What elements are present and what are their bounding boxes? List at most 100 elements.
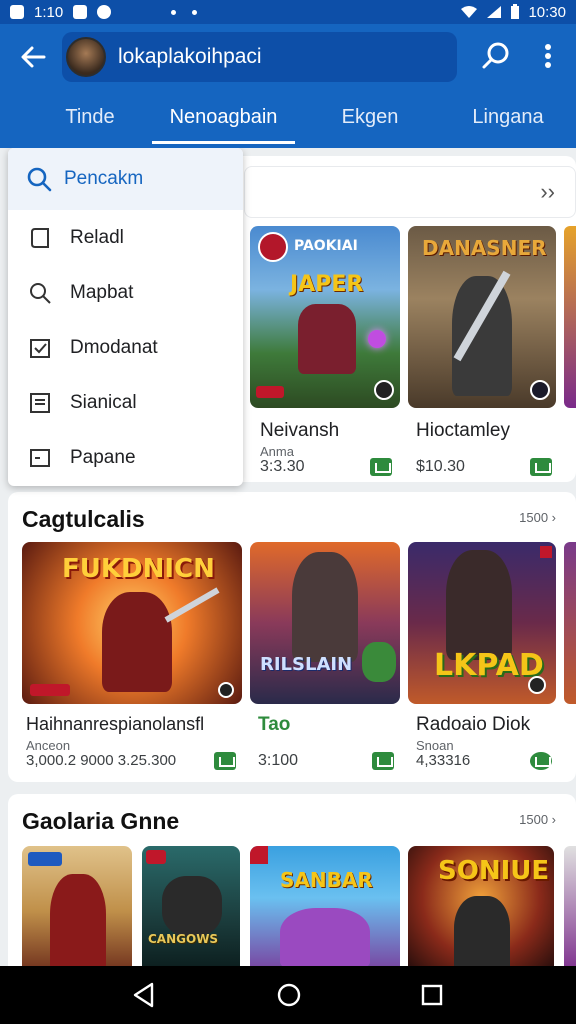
game-art-peek[interactable] bbox=[564, 226, 576, 408]
tab-1[interactable]: Nenoagbain bbox=[152, 106, 295, 129]
dropdown-menu: Pencakm Reladl Mapbat Dmodanat Sianical … bbox=[8, 148, 243, 486]
publisher-icon bbox=[528, 676, 546, 694]
game-card[interactable]: CANGOWS bbox=[142, 846, 242, 966]
game-art[interactable]: SONIUE bbox=[408, 846, 554, 966]
menu-item-label: Dmodanat bbox=[70, 336, 158, 358]
game-card[interactable]: PAOKIAI JAPER Neivansh Anma 3:3.30 bbox=[250, 226, 402, 476]
game-art[interactable]: CANGOWS bbox=[142, 846, 240, 966]
magic-orb bbox=[368, 330, 386, 348]
art-title: DANASNER bbox=[422, 236, 547, 260]
game-price: 3:100 bbox=[258, 752, 299, 769]
menu-item[interactable]: Mapbat bbox=[8, 265, 243, 320]
status-bar: 1:10 10:30 bbox=[0, 0, 576, 24]
install-badge-icon[interactable] bbox=[530, 458, 552, 476]
double-chevron-right-icon[interactable]: ›› bbox=[540, 179, 555, 205]
game-price: 3,000.2 9000 3.25.300 bbox=[26, 752, 177, 769]
menu-item[interactable]: Reladl bbox=[8, 210, 243, 265]
game-art[interactable]: RILSLAIN bbox=[250, 542, 400, 704]
status-time-left: 1:10 bbox=[34, 3, 64, 21]
avatar[interactable] bbox=[66, 37, 106, 77]
install-badge-icon[interactable] bbox=[214, 752, 236, 770]
game-subtitle: Anceon bbox=[26, 738, 71, 753]
tab-3[interactable]: Lingana bbox=[460, 106, 556, 129]
search-icon bbox=[27, 167, 52, 192]
game-art[interactable]: PAOKIAI JAPER bbox=[250, 226, 400, 408]
game-art-peek[interactable] bbox=[564, 542, 576, 704]
game-price: 4,33316 bbox=[416, 752, 471, 769]
tag-icon bbox=[31, 227, 49, 248]
game-price: 3:3.30 bbox=[260, 458, 305, 475]
search-icon[interactable] bbox=[480, 40, 512, 72]
warrior-figure bbox=[454, 896, 510, 966]
game-card[interactable]: LKPAD Radoaio Diok Snoan 4,33316 bbox=[408, 542, 560, 777]
tab-bar: Tinde Nenoagbain Ekgen Lingana bbox=[0, 96, 576, 146]
dot-indicator-icon bbox=[171, 9, 177, 15]
dot-indicator-icon bbox=[192, 9, 198, 15]
art-subtitle: JAPER bbox=[290, 272, 364, 297]
game-title[interactable]: Neivansh bbox=[260, 420, 339, 442]
system-nav-bar bbox=[0, 966, 576, 1024]
search-icon bbox=[30, 282, 51, 304]
featured-header[interactable]: ›› bbox=[244, 166, 576, 218]
game-card[interactable] bbox=[22, 846, 134, 966]
page-icon bbox=[30, 448, 50, 467]
menu-item-label: Papane bbox=[70, 446, 136, 468]
game-art[interactable]: SANBAR bbox=[250, 846, 400, 966]
warrior-figure bbox=[452, 276, 512, 396]
game-art[interactable]: FUKDNICN bbox=[22, 542, 242, 704]
art-title: PAOKIAI bbox=[294, 238, 358, 254]
menu-item[interactable]: Papane bbox=[8, 430, 243, 485]
main-content: ›› PAOKIAI JAPER Neivansh Anma 3:3.30 DA… bbox=[0, 148, 576, 966]
active-tab-indicator bbox=[152, 141, 295, 144]
tab-2[interactable]: Ekgen bbox=[330, 106, 410, 129]
game-art[interactable]: LKPAD bbox=[408, 542, 556, 704]
section-title: Cagtulcalis bbox=[22, 506, 145, 532]
back-nav-icon[interactable] bbox=[132, 982, 156, 1008]
publisher-icon bbox=[218, 682, 234, 698]
menu-item[interactable]: Sianical bbox=[8, 375, 243, 430]
signal-icon bbox=[487, 6, 502, 18]
game-card[interactable]: SONIUE bbox=[408, 846, 556, 966]
search-field[interactable]: lokaplakoihpaci bbox=[62, 32, 457, 82]
game-card[interactable]: DANASNER Hioctamley $10.30 bbox=[408, 226, 560, 476]
back-arrow-icon[interactable] bbox=[18, 42, 48, 72]
rating-badge bbox=[250, 846, 268, 864]
more-vert-icon[interactable] bbox=[536, 40, 560, 72]
warrior-figure bbox=[292, 552, 358, 662]
game-art[interactable] bbox=[22, 846, 132, 966]
menu-item-label: Reladl bbox=[70, 226, 124, 248]
game-subtitle: Snoan bbox=[416, 738, 454, 753]
publisher-icon bbox=[374, 380, 394, 400]
game-card[interactable]: FUKDNICN Haihnanrespianolansfl Anceon 3,… bbox=[22, 542, 244, 777]
tab-0[interactable]: Tinde bbox=[60, 106, 120, 129]
section-more-link[interactable]: 1500 › bbox=[519, 812, 556, 827]
search-query[interactable]: lokaplakoihpaci bbox=[118, 45, 262, 69]
home-nav-icon[interactable] bbox=[276, 982, 302, 1008]
art-title: SANBAR bbox=[280, 868, 373, 892]
hero-figure bbox=[298, 304, 356, 374]
game-art[interactable]: DANASNER bbox=[408, 226, 556, 408]
art-title: LKPAD bbox=[434, 648, 544, 683]
art-title: FUKDNICN bbox=[62, 554, 215, 584]
sword-shape bbox=[164, 587, 220, 623]
hero-figure bbox=[102, 592, 172, 692]
menu-search-row[interactable]: Pencakm bbox=[8, 148, 243, 210]
game-title[interactable]: Haihnanrespianolansfl bbox=[26, 714, 204, 735]
game-art-peek[interactable] bbox=[564, 846, 576, 966]
game-title[interactable]: Radoaio Diok bbox=[416, 714, 530, 736]
hero-figure bbox=[50, 874, 106, 966]
section-title: Gaolaria Gnne bbox=[22, 808, 180, 834]
game-title[interactable]: Tao bbox=[258, 714, 290, 736]
game-title[interactable]: Hioctamley bbox=[416, 420, 510, 442]
menu-item[interactable]: Dmodanat bbox=[8, 320, 243, 375]
game-card[interactable]: RILSLAIN Tao 3:100 bbox=[250, 542, 402, 777]
install-badge-icon[interactable] bbox=[372, 752, 394, 770]
section-more-link[interactable]: 1500 › bbox=[519, 510, 556, 525]
recents-nav-icon[interactable] bbox=[420, 982, 444, 1008]
menu-item-label: Mapbat bbox=[70, 281, 134, 303]
game-card[interactable]: SANBAR bbox=[250, 846, 402, 966]
rating-badge bbox=[256, 386, 284, 398]
install-badge-icon[interactable] bbox=[370, 458, 392, 476]
install-badge-icon[interactable] bbox=[530, 752, 552, 770]
menu-search-label[interactable]: Pencakm bbox=[64, 168, 143, 190]
